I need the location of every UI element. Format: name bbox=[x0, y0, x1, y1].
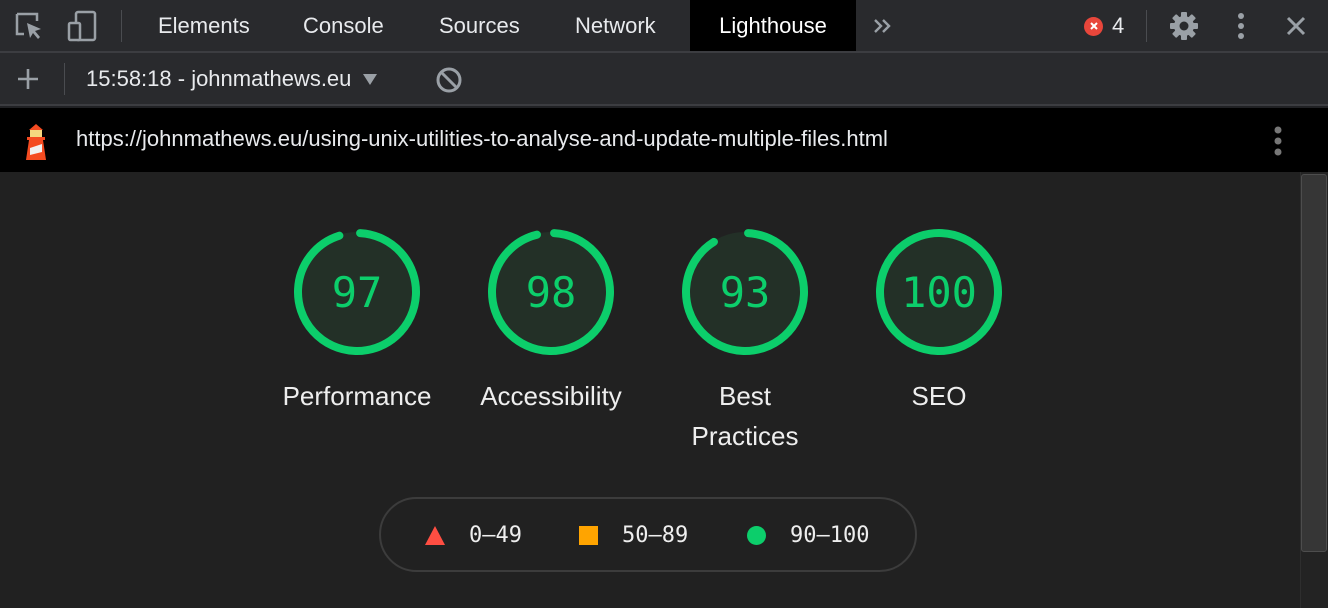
new-report-button[interactable] bbox=[14, 65, 42, 93]
tab-console[interactable]: Console bbox=[281, 0, 406, 51]
lighthouse-logo-icon bbox=[26, 124, 46, 160]
score-value: 98 bbox=[526, 268, 577, 317]
divider bbox=[121, 10, 122, 42]
device-toolbar-button[interactable] bbox=[66, 10, 98, 42]
inspect-element-button[interactable] bbox=[13, 10, 45, 42]
score-gauge: 98 bbox=[488, 229, 614, 355]
legend-range: 90–100 bbox=[790, 523, 870, 548]
clear-reports-button[interactable] bbox=[434, 65, 464, 95]
kebab-menu-icon bbox=[1274, 126, 1282, 156]
kebab-menu-icon bbox=[1238, 13, 1244, 39]
gauge-label: Performance bbox=[282, 381, 432, 411]
caret-down-icon bbox=[363, 73, 378, 85]
gauge-label: Accessibility bbox=[480, 381, 622, 411]
score-gauge: 100 bbox=[876, 229, 1002, 355]
lighthouse-toolbar: 15:58:18 - johnmathews.eu bbox=[0, 53, 1328, 106]
gear-icon bbox=[1170, 12, 1198, 40]
legend-item-pass: 90–100 bbox=[747, 523, 869, 548]
scrollbar-thumb[interactable] bbox=[1301, 174, 1327, 552]
score-value: 97 bbox=[332, 268, 383, 317]
tab-network[interactable]: Network bbox=[553, 0, 678, 51]
close-devtools-button[interactable] bbox=[1280, 10, 1312, 42]
gauge-best-practices[interactable]: 93 Best Practices bbox=[655, 226, 835, 456]
square-icon bbox=[579, 526, 598, 545]
error-icon bbox=[1084, 16, 1103, 36]
gauge-performance[interactable]: 97 Performance bbox=[267, 226, 447, 416]
customize-menu-button[interactable] bbox=[1225, 10, 1257, 42]
report-selector[interactable]: 15:58:18 - johnmathews.eu bbox=[86, 66, 378, 92]
devtools-tab-bar: Elements Console Sources Network Lightho… bbox=[0, 0, 1328, 53]
select-element-icon bbox=[15, 12, 41, 39]
error-counter-button[interactable]: 4 bbox=[1084, 13, 1124, 39]
legend-item-average: 50–89 bbox=[579, 523, 688, 548]
triangle-icon bbox=[425, 526, 445, 545]
tab-sources[interactable]: Sources bbox=[417, 0, 542, 51]
gauge-label: Best Practices bbox=[691, 381, 799, 451]
score-gauge: 97 bbox=[294, 229, 420, 355]
circle-icon bbox=[747, 526, 766, 545]
score-value: 93 bbox=[720, 268, 771, 317]
clear-block-icon bbox=[436, 67, 462, 93]
score-gauge: 93 bbox=[682, 229, 808, 355]
legend-range: 50–89 bbox=[622, 523, 689, 548]
report-menu-button[interactable] bbox=[1268, 124, 1288, 158]
divider bbox=[64, 63, 65, 95]
report-url-bar: https://johnmathews.eu/using-unix-utilit… bbox=[0, 108, 1328, 172]
score-value: 100 bbox=[901, 268, 977, 317]
report-url[interactable]: https://johnmathews.eu/using-unix-utilit… bbox=[76, 126, 888, 152]
plus-icon bbox=[18, 69, 38, 89]
score-scale-legend: 0–49 50–89 90–100 bbox=[379, 497, 917, 572]
legend-range: 0–49 bbox=[469, 523, 522, 548]
error-count: 4 bbox=[1112, 13, 1125, 38]
close-icon bbox=[1286, 16, 1306, 36]
chevron-double-right-icon bbox=[874, 19, 891, 33]
gauge-label: SEO bbox=[911, 381, 967, 411]
more-tabs-button[interactable] bbox=[868, 10, 898, 42]
gauge-accessibility[interactable]: 98 Accessibility bbox=[461, 226, 641, 416]
selected-report-label: 15:58:18 - johnmathews.eu bbox=[86, 66, 352, 91]
tab-elements[interactable]: Elements bbox=[136, 0, 272, 51]
tab-lighthouse[interactable]: Lighthouse bbox=[690, 0, 856, 51]
divider bbox=[1146, 10, 1147, 42]
legend-item-fail: 0–49 bbox=[425, 523, 522, 548]
device-toolbar-icon bbox=[67, 10, 97, 42]
settings-button[interactable] bbox=[1168, 10, 1200, 42]
gauge-seo[interactable]: 100 SEO bbox=[849, 226, 1029, 416]
